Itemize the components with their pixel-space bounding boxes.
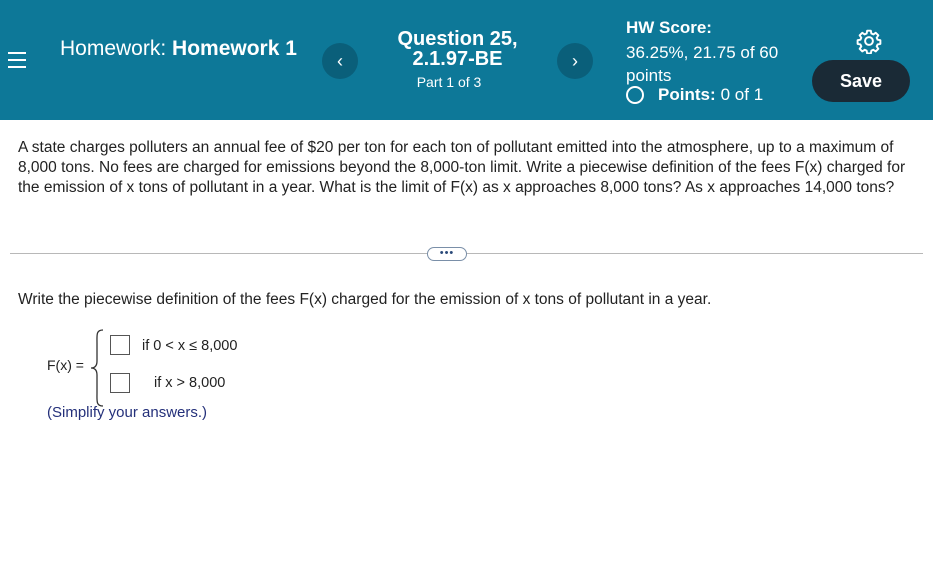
top-header: Homework: Homework 1 ‹ Question 25, 2.1.… bbox=[0, 0, 933, 123]
simplify-hint: (Simplify your answers.) bbox=[47, 404, 208, 421]
previous-question-button[interactable]: ‹ bbox=[322, 43, 358, 79]
answer-instruction: Write the piecewise definition of the fe… bbox=[18, 291, 712, 308]
homework-prefix: Homework: bbox=[60, 37, 167, 60]
condition-piece-2: if x > 8,000 bbox=[154, 375, 226, 391]
answer-input-piece-2[interactable] bbox=[110, 373, 130, 393]
menu-icon[interactable] bbox=[8, 50, 26, 70]
points-circle-icon bbox=[626, 86, 644, 104]
answer-input-piece-1[interactable] bbox=[110, 335, 130, 355]
piecewise-brace bbox=[90, 329, 104, 407]
part-label: Part 1 of 3 bbox=[416, 74, 482, 90]
hw-score-label: HW Score: bbox=[626, 18, 712, 37]
question-title: Question 25, 2.1.97-BE bbox=[397, 28, 518, 70]
hw-score-value: 36.25%, 21.75 of 60 points bbox=[626, 43, 779, 85]
save-button[interactable]: Save bbox=[812, 60, 910, 102]
homework-name: Homework 1 bbox=[172, 37, 297, 60]
expand-more-button[interactable]: ••• bbox=[427, 247, 467, 261]
next-question-button[interactable]: › bbox=[557, 43, 593, 79]
points-label: Points: bbox=[658, 85, 716, 104]
condition-piece-1: if 0 < x ≤ 8,000 bbox=[142, 338, 238, 354]
points-value: 0 of 1 bbox=[720, 85, 764, 104]
gear-icon[interactable] bbox=[856, 28, 882, 54]
points-status: Points: 0 of 1 bbox=[626, 85, 763, 105]
homework-title: Homework: Homework 1 bbox=[60, 37, 310, 61]
fx-label: F(x) = bbox=[47, 357, 84, 373]
question-text: A state charges polluters an annual fee … bbox=[18, 139, 906, 196]
